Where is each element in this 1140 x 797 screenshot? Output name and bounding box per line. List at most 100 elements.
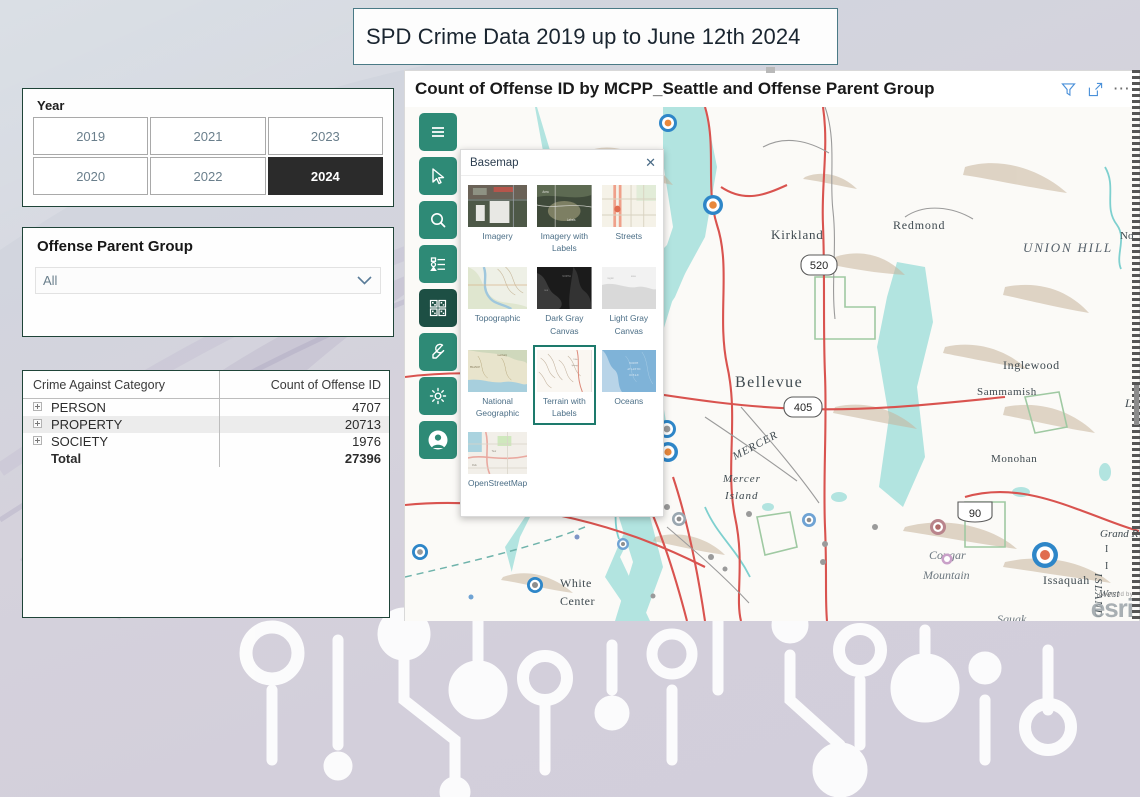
- table-row[interactable]: SOCIETY 1976: [23, 433, 389, 450]
- row-value-person: 4707: [218, 398, 389, 416]
- svg-text:Center: Center: [560, 594, 595, 608]
- basemap-thumbnail-light-gray-canvas: region area: [601, 267, 656, 310]
- year-slicer-panel: Year 2019 2021 2023 2020 2022 2024: [22, 88, 394, 207]
- svg-text:Mountain: Mountain: [922, 568, 970, 582]
- svg-text:90: 90: [969, 508, 981, 520]
- offense-parent-group-panel: Offense Parent Group All: [22, 227, 394, 337]
- visual-selection-border: [1132, 70, 1140, 621]
- basemap-gallery-icon[interactable]: [419, 289, 457, 327]
- basemap-thumbnail-imagery: [468, 185, 528, 227]
- user-account-icon[interactable]: [419, 421, 457, 459]
- svg-text:Park: Park: [472, 464, 478, 467]
- basemap-item-terrain-with-labels[interactable]: Villa Springs Terrain with Labels: [533, 344, 596, 426]
- basemap-item-light-gray-canvas[interactable]: region area Light Gray Canvas: [598, 262, 660, 342]
- svg-text:UNION HILL: UNION HILL: [1023, 240, 1113, 255]
- basemap-item-topographic[interactable]: Topographic: [464, 262, 531, 342]
- table-row[interactable]: PROPERTY 20713: [23, 416, 389, 433]
- settings-gear-icon[interactable]: [419, 377, 457, 415]
- row-label-person: PERSON: [51, 400, 106, 415]
- basemap-label-terrain-with-labels: Terrain with Labels: [542, 395, 586, 418]
- basemap-thumbnail-topographic: [468, 267, 528, 310]
- basemap-thumbnail-imagery-with-labels: Area Labels: [537, 185, 592, 227]
- svg-text:sea: sea: [544, 289, 548, 292]
- basemap-label-light-gray-canvas: Light Gray Canvas: [609, 313, 649, 336]
- svg-text:Area: Area: [543, 190, 549, 194]
- basemap-item-oceans[interactable]: NORTH ATLANTIC OCEAN Oceans: [598, 345, 660, 425]
- basemap-item-national-geographic[interactable]: FRANCE Germany National Geographic: [464, 345, 531, 425]
- table-header-row: Crime Against Category Count of Offense …: [23, 371, 389, 399]
- svg-text:NORTH: NORTH: [563, 275, 572, 278]
- svg-text:Bellevue: Bellevue: [735, 374, 803, 391]
- svg-text:Kirkland: Kirkland: [771, 227, 824, 242]
- basemap-label-topographic: Topographic: [474, 313, 521, 324]
- basemap-thumbnail-dark-gray-canvas: NORTH sea: [537, 267, 592, 310]
- year-option-2020[interactable]: 2020: [33, 157, 149, 195]
- offense-parent-group-dropdown[interactable]: All: [35, 267, 381, 294]
- column-header-category[interactable]: Crime Against Category: [23, 371, 220, 399]
- basemap-item-dark-gray-canvas[interactable]: NORTH sea Dark Gray Canvas: [533, 262, 595, 342]
- basemap-gallery-grid: Imagery Area Labels Imagery with Labels: [461, 176, 663, 499]
- basemap-thumbnail-terrain-with-labels: Villa Springs: [537, 349, 592, 392]
- basemap-gallery-panel: Basemap ✕ Imagery Area Labels Imagery wi…: [460, 149, 664, 517]
- basemap-thumbnail-streets: [601, 185, 656, 227]
- year-slicer-grid: 2019 2021 2023 2020 2022 2024: [33, 117, 383, 195]
- svg-text:ATLANTIC: ATLANTIC: [627, 368, 641, 371]
- svg-text:Tour: Tour: [492, 450, 497, 453]
- basemap-item-imagery[interactable]: Imagery: [464, 180, 531, 260]
- tools-wrench-icon[interactable]: [419, 333, 457, 371]
- crime-category-matrix-panel: Crime Against Category Count of Offense …: [22, 370, 390, 618]
- row-value-property: 20713: [218, 416, 389, 433]
- basemap-label-openstreetmap: OpenStreetMap: [468, 478, 528, 489]
- basemap-item-openstreetmap[interactable]: Tour Park OpenStreetMap: [464, 427, 531, 495]
- map-toolbar: [419, 113, 457, 459]
- basemap-item-imagery-with-labels[interactable]: Area Labels Imagery with Labels: [533, 180, 595, 260]
- expand-property-icon[interactable]: [33, 419, 42, 428]
- page-scrollbar-thumb[interactable]: [1134, 385, 1139, 425]
- svg-text:Sammamish: Sammamish: [977, 386, 1037, 398]
- expand-person-icon[interactable]: [33, 402, 42, 411]
- basemap-label-oceans: Oceans: [614, 395, 644, 406]
- svg-text:region: region: [607, 277, 614, 280]
- row-label-society: SOCIETY: [51, 434, 109, 449]
- total-value: 27396: [218, 450, 389, 467]
- basemap-gallery-header: Basemap ✕: [461, 150, 663, 176]
- map-canvas-area[interactable]: 405 520 90 599 Kirkland Redmond: [405, 107, 1139, 621]
- year-option-2021[interactable]: 2021: [150, 117, 266, 155]
- basemap-label-streets: Streets: [615, 231, 643, 241]
- expand-society-icon[interactable]: [33, 436, 42, 445]
- table-total-row: Total 27396: [23, 450, 389, 467]
- svg-text:NORTH: NORTH: [629, 362, 638, 365]
- svg-text:Mercer: Mercer: [722, 473, 761, 485]
- svg-text:L: L: [1124, 396, 1132, 410]
- year-option-2019[interactable]: 2019: [33, 117, 149, 155]
- close-icon[interactable]: ✕: [645, 156, 656, 169]
- svg-text:Island: Island: [724, 490, 759, 502]
- resize-handle-top[interactable]: [766, 67, 775, 73]
- basemap-label-national-geographic: National Geographic: [475, 395, 520, 418]
- year-option-2024[interactable]: 2024: [267, 157, 383, 195]
- hamburger-menu-icon[interactable]: [419, 113, 457, 151]
- svg-text:I: I: [1105, 561, 1108, 572]
- search-icon[interactable]: [419, 201, 457, 239]
- table-row[interactable]: PERSON 4707: [23, 398, 389, 416]
- svg-text:FRANCE: FRANCE: [470, 366, 481, 369]
- svg-text:Labels: Labels: [567, 218, 576, 222]
- chevron-down-icon: [357, 275, 372, 287]
- legend-icon[interactable]: [419, 245, 457, 283]
- basemap-thumbnail-national-geographic: FRANCE Germany: [468, 349, 528, 392]
- column-header-count[interactable]: Count of Offense ID: [218, 371, 389, 399]
- svg-text:I: I: [1105, 544, 1108, 555]
- map-visual-container: Count of Offense ID by MCPP_Seattle and …: [404, 70, 1140, 621]
- basemap-thumbnail-oceans: NORTH ATLANTIC OCEAN: [601, 349, 656, 392]
- filter-icon[interactable]: [1057, 79, 1079, 99]
- svg-text:405: 405: [794, 402, 812, 414]
- basemap-item-streets[interactable]: Streets: [598, 180, 660, 260]
- select-cursor-icon[interactable]: [419, 157, 457, 195]
- svg-text:Monohan: Monohan: [991, 453, 1037, 465]
- year-option-2022[interactable]: 2022: [150, 157, 266, 195]
- svg-text:area: area: [631, 275, 636, 278]
- basemap-gallery-title: Basemap: [470, 156, 519, 169]
- focus-mode-icon[interactable]: [1084, 79, 1106, 99]
- year-option-2023[interactable]: 2023: [267, 117, 383, 155]
- more-options-icon[interactable]: ⋯: [1111, 79, 1133, 99]
